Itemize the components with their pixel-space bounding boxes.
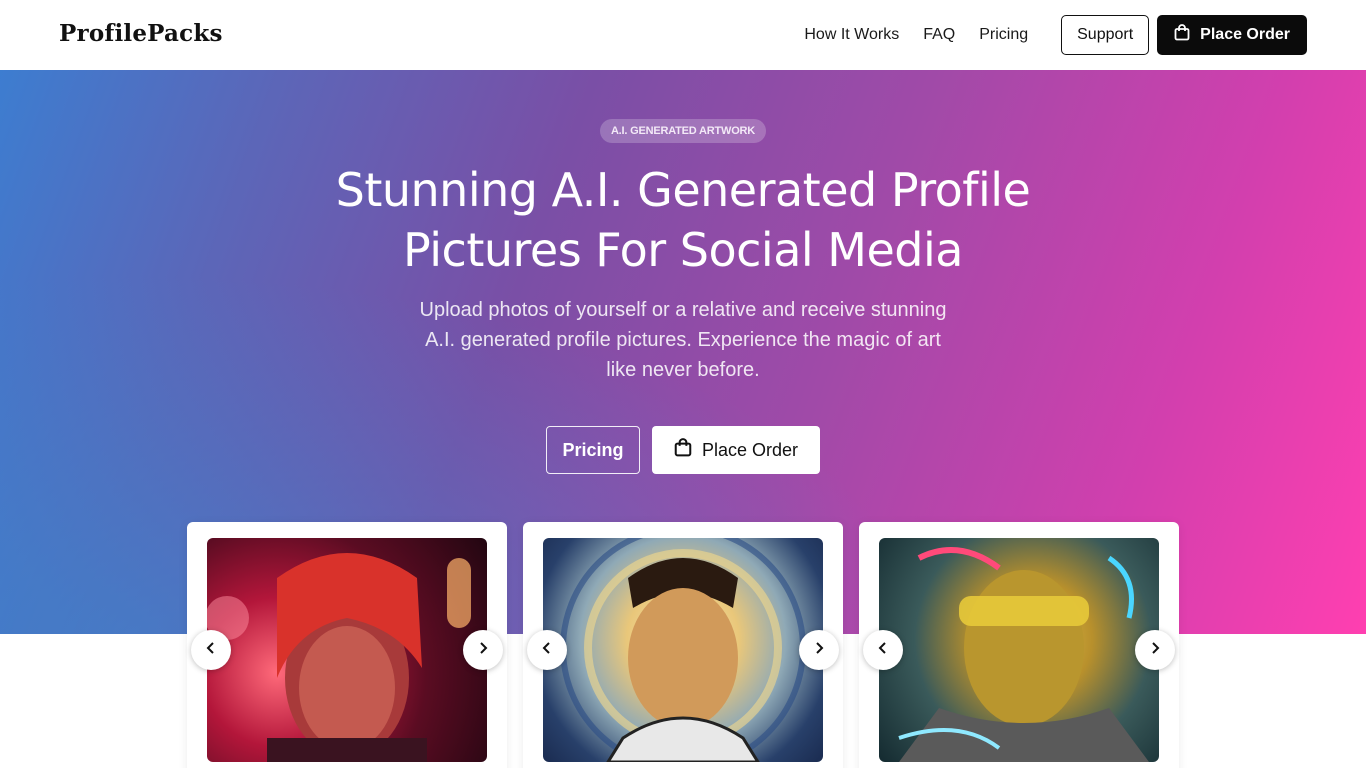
nav-how-it-works[interactable]: How It Works: [804, 26, 899, 44]
hero-badge: A.I. GENERATED ARTWORK: [600, 119, 766, 143]
shopping-bag-icon: [1174, 24, 1190, 46]
nav-pricing[interactable]: Pricing: [979, 26, 1028, 44]
place-order-button[interactable]: Place Order: [1157, 15, 1307, 55]
carousel-next-button[interactable]: [1135, 630, 1175, 670]
hero-title: Stunning A.I. Generated Profile Pictures…: [335, 163, 1031, 277]
support-label: Support: [1077, 26, 1134, 43]
chevron-left-icon: [877, 641, 889, 659]
site-logo[interactable]: ProfilePacks: [59, 20, 223, 47]
nav-faq[interactable]: FAQ: [923, 26, 955, 44]
gallery-image: [543, 538, 823, 762]
hero-place-order-button[interactable]: Place Order: [652, 426, 820, 474]
place-order-label: Place Order: [1200, 26, 1290, 43]
support-button[interactable]: Support: [1061, 15, 1150, 55]
chevron-left-icon: [205, 641, 217, 659]
gallery-image: [879, 538, 1159, 762]
carousel-prev-button[interactable]: [191, 630, 231, 670]
carousel-prev-button[interactable]: [527, 630, 567, 670]
chevron-right-icon: [477, 641, 489, 659]
main-nav: How It Works FAQ Pricing Support Place O…: [804, 15, 1307, 55]
shopping-bag-icon: [674, 438, 692, 462]
chevron-right-icon: [1149, 641, 1161, 659]
chevron-left-icon: [541, 641, 553, 659]
gallery-card: [859, 522, 1179, 768]
hero-pricing-label: Pricing: [562, 439, 624, 460]
carousel-next-button[interactable]: [799, 630, 839, 670]
hero-subtitle: Upload photos of yourself or a relative …: [419, 299, 947, 381]
carousel-prev-button[interactable]: [863, 630, 903, 670]
gallery-image: [207, 538, 487, 762]
carousel-next-button[interactable]: [463, 630, 503, 670]
hero-pricing-button[interactable]: Pricing: [546, 426, 640, 474]
gallery-card: [187, 522, 507, 768]
chevron-right-icon: [813, 641, 825, 659]
gallery-card: [523, 522, 843, 768]
hero-cta-row: Pricing Place Order: [546, 426, 820, 474]
hero-place-order-label: Place Order: [701, 439, 799, 460]
site-header: ProfilePacks How It Works FAQ Pricing Su…: [0, 0, 1366, 70]
